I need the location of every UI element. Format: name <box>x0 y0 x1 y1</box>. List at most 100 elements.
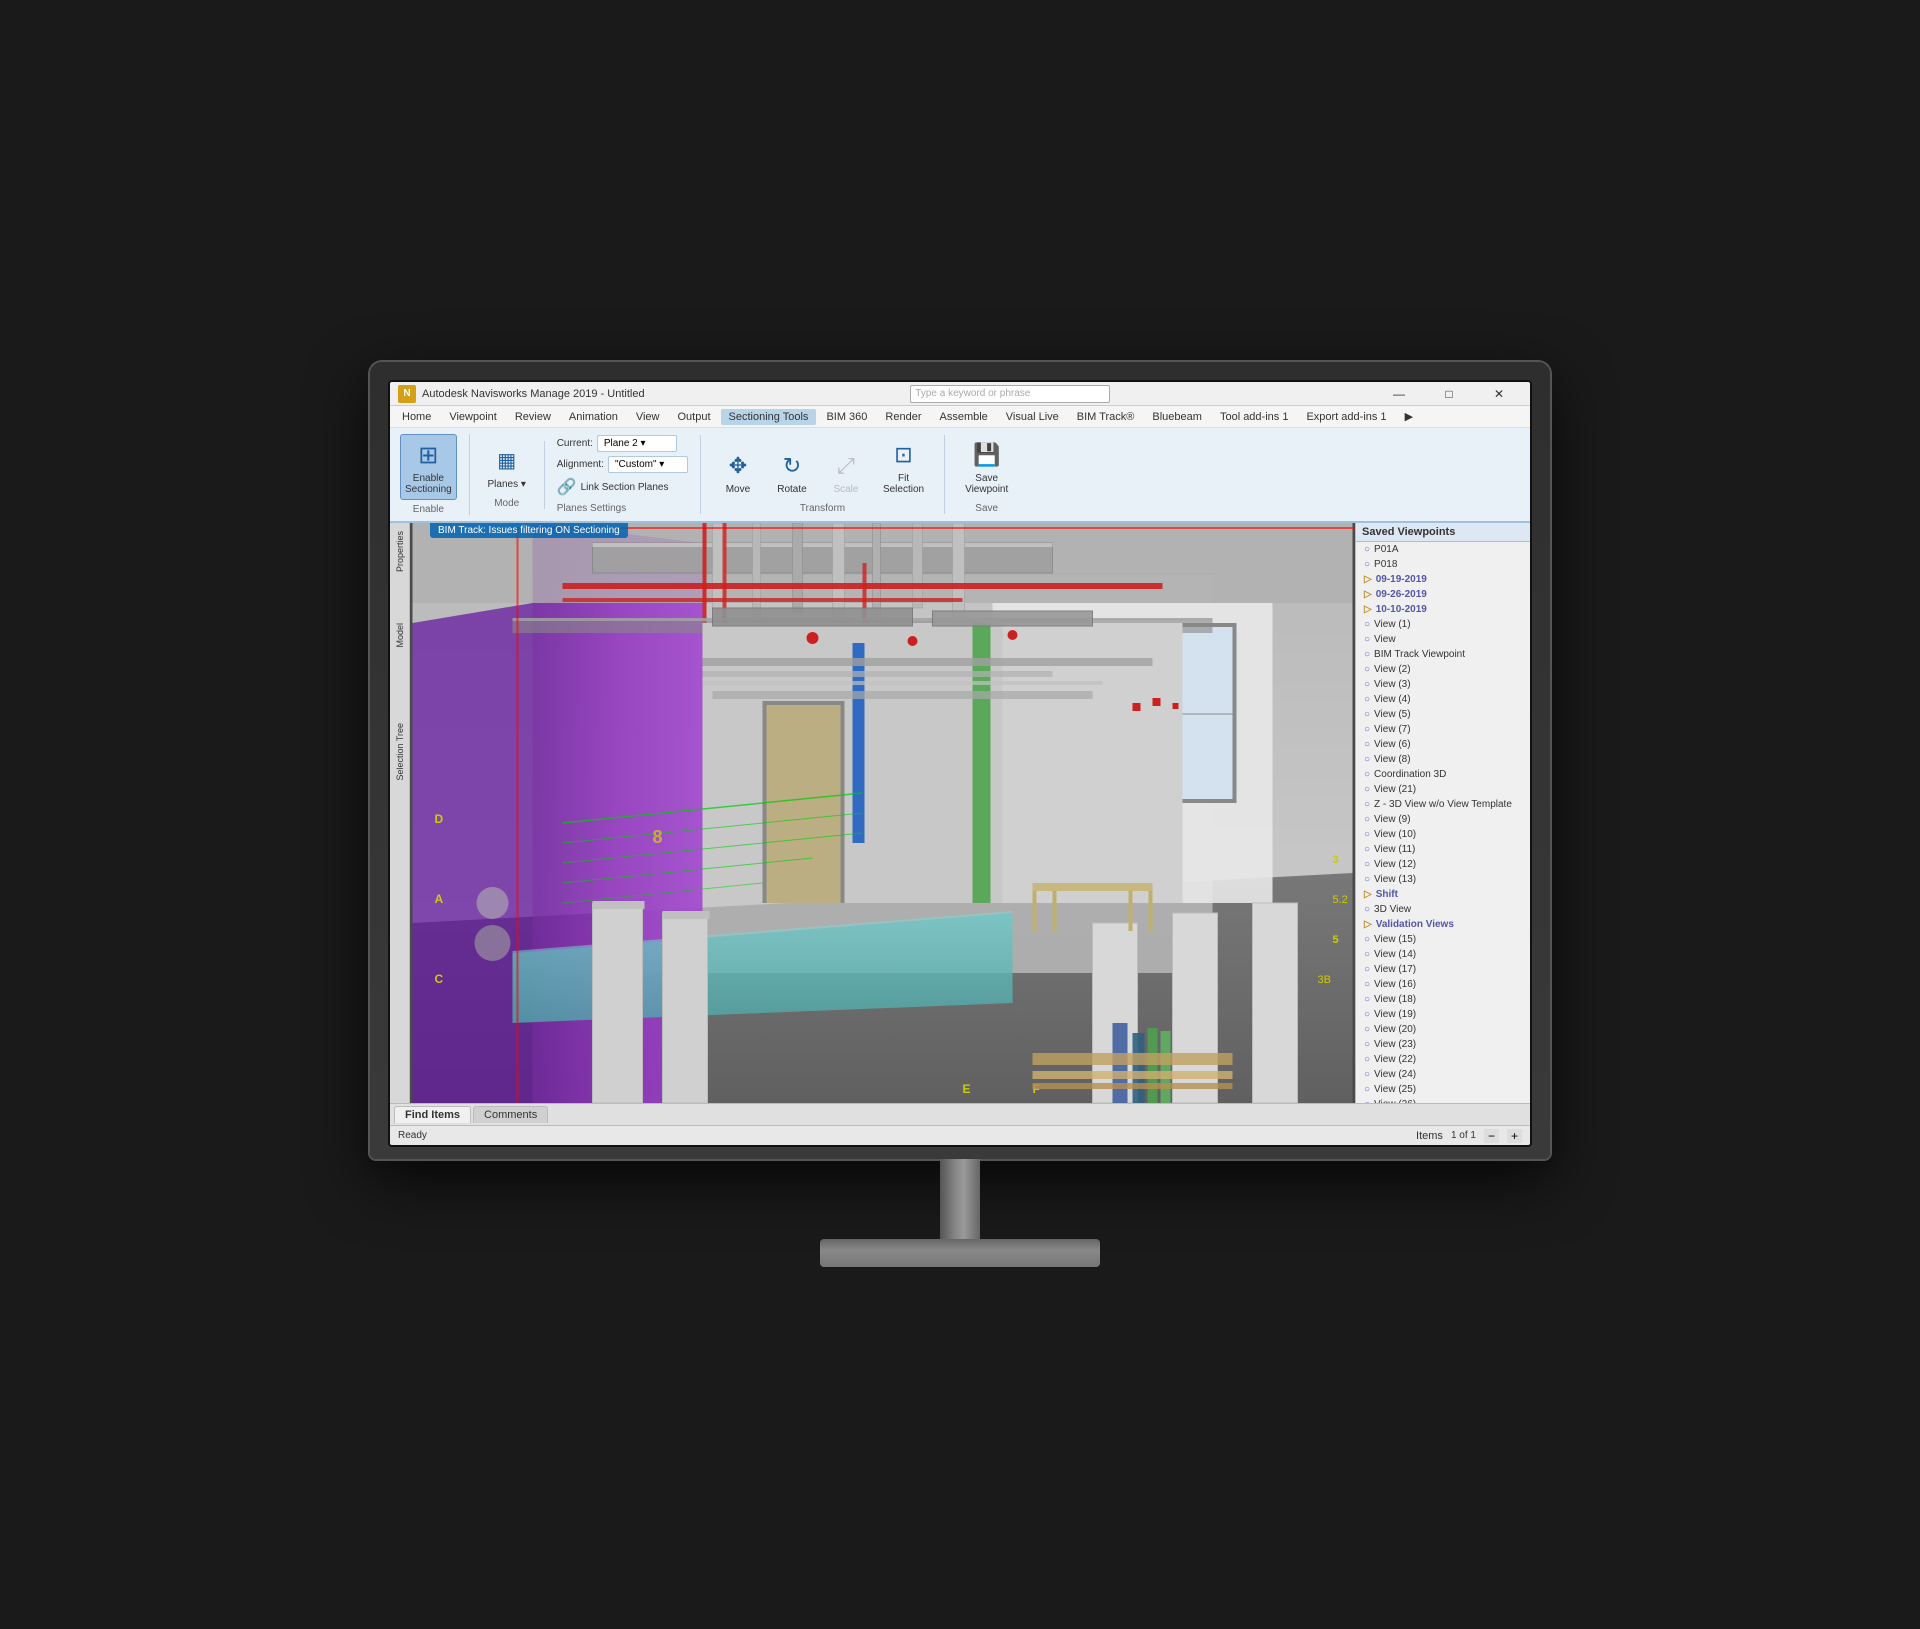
menu-output[interactable]: Output <box>670 409 719 425</box>
status-ready: Ready <box>398 1130 427 1141</box>
viewpoint-item-view26[interactable]: ○View (26) <box>1356 1097 1530 1103</box>
zoom-out-button[interactable]: − <box>1484 1129 1499 1143</box>
save-viewpoint-button[interactable]: 💾 SaveViewpoint <box>957 435 1016 499</box>
rotate-icon: ↻ <box>776 450 808 482</box>
viewpoint-item-view22[interactable]: ○View (22) <box>1356 1052 1530 1067</box>
viewpoint-item-label: View (10) <box>1374 829 1416 840</box>
window-controls: — □ ✕ <box>1376 384 1522 404</box>
current-plane-row: Current: Plane 2 ▾ <box>557 435 677 452</box>
viewpoint-item-view19[interactable]: ○View (19) <box>1356 1007 1530 1022</box>
menu-viewpoint[interactable]: Viewpoint <box>441 409 505 425</box>
viewpoint-item-date1[interactable]: ▷09-19-2019 <box>1356 572 1530 587</box>
viewpoint-item-label: View (18) <box>1374 994 1416 1005</box>
viewpoint-item-view24[interactable]: ○View (24) <box>1356 1067 1530 1082</box>
saved-viewpoints-list[interactable]: ○P01A○P018▷09-19-2019▷09-26-2019▷10-10-2… <box>1356 542 1530 1103</box>
title-search-area: Type a keyword or phrase <box>645 385 1376 403</box>
viewpoint-item-view6[interactable]: ○View (6) <box>1356 737 1530 752</box>
menu-bim360[interactable]: BIM 360 <box>818 409 875 425</box>
viewpoint-item-icon: ○ <box>1364 994 1370 1005</box>
page-info: 1 of 1 <box>1451 1130 1476 1141</box>
zoom-in-button[interactable]: + <box>1507 1129 1522 1143</box>
viewpoint-item-p018[interactable]: ○P018 <box>1356 557 1530 572</box>
viewpoint-item-view5[interactable]: ○View (5) <box>1356 707 1530 722</box>
viewpoint-item-validation-views[interactable]: ▷Validation Views <box>1356 917 1530 932</box>
viewpoint-item-date3[interactable]: ▷10-10-2019 <box>1356 602 1530 617</box>
alignment-dropdown[interactable]: "Custom" ▾ <box>608 456 688 473</box>
viewpoint-item-view15[interactable]: ○View (15) <box>1356 932 1530 947</box>
viewpoint-item-icon: ○ <box>1364 754 1370 765</box>
comments-tab[interactable]: Comments <box>473 1106 548 1123</box>
planes-button[interactable]: ▦ Planes ▾ <box>482 441 532 494</box>
viewpoint-item-view-plain[interactable]: ○View <box>1356 632 1530 647</box>
menu-tool-addins[interactable]: Tool add-ins 1 <box>1212 409 1297 425</box>
find-items-tab[interactable]: Find Items <box>394 1106 471 1123</box>
viewpoint-item-icon: ○ <box>1364 679 1370 690</box>
menu-bim-track[interactable]: BIM Track® <box>1069 409 1143 425</box>
menu-home[interactable]: Home <box>394 409 439 425</box>
viewpoint-item-bim-track-vp[interactable]: ○BIM Track Viewpoint <box>1356 647 1530 662</box>
scale-button[interactable]: ⤢ Scale <box>821 446 871 499</box>
viewpoint-item-view4[interactable]: ○View (4) <box>1356 692 1530 707</box>
viewpoint-item-view3[interactable]: ○View (3) <box>1356 677 1530 692</box>
viewpoint-item-view11[interactable]: ○View (11) <box>1356 842 1530 857</box>
model-sidebar-label[interactable]: Model <box>395 623 405 648</box>
viewpoint-item-icon: ○ <box>1364 619 1370 630</box>
properties-sidebar-label[interactable]: Properties <box>395 531 405 572</box>
app-title: Autodesk Navisworks Manage 2019 - Untitl… <box>422 388 645 400</box>
viewpoint-item-view20[interactable]: ○View (20) <box>1356 1022 1530 1037</box>
close-button[interactable]: ✕ <box>1476 384 1522 404</box>
left-sidebar: Properties Model Selection Tree <box>390 523 410 1103</box>
search-box[interactable]: Type a keyword or phrase <box>910 385 1110 403</box>
viewpoint-item-label: View (15) <box>1374 934 1416 945</box>
viewpoint-item-view14[interactable]: ○View (14) <box>1356 947 1530 962</box>
viewport-3d[interactable]: 8 D A C E F 3 5 5.2 3B <box>410 523 1355 1103</box>
viewpoint-item-view1[interactable]: ○View (1) <box>1356 617 1530 632</box>
menu-bluebeam[interactable]: Bluebeam <box>1144 409 1210 425</box>
viewpoint-item-view17[interactable]: ○View (17) <box>1356 962 1530 977</box>
maximize-button[interactable]: □ <box>1426 384 1472 404</box>
menu-visual-live[interactable]: Visual Live <box>998 409 1067 425</box>
viewpoint-item-view23[interactable]: ○View (23) <box>1356 1037 1530 1052</box>
viewpoint-item-view12[interactable]: ○View (12) <box>1356 857 1530 872</box>
current-plane-dropdown[interactable]: Plane 2 ▾ <box>597 435 677 452</box>
viewpoint-item-view16[interactable]: ○View (16) <box>1356 977 1530 992</box>
viewpoint-item-view8[interactable]: ○View (8) <box>1356 752 1530 767</box>
menu-render[interactable]: Render <box>877 409 929 425</box>
viewpoint-item-date2[interactable]: ▷09-26-2019 <box>1356 587 1530 602</box>
menu-animation[interactable]: Animation <box>561 409 626 425</box>
viewpoint-item-view21[interactable]: ○View (21) <box>1356 782 1530 797</box>
menu-view[interactable]: View <box>628 409 668 425</box>
menu-export-addins[interactable]: Export add-ins 1 <box>1298 409 1394 425</box>
rotate-button[interactable]: ↻ Rotate <box>767 446 817 499</box>
menu-assemble[interactable]: Assemble <box>931 409 995 425</box>
viewpoint-item-shift[interactable]: ▷Shift <box>1356 887 1530 902</box>
viewpoint-item-p01a[interactable]: ○P01A <box>1356 542 1530 557</box>
viewpoint-item-view7[interactable]: ○View (7) <box>1356 722 1530 737</box>
viewpoint-item-icon: ○ <box>1364 949 1370 960</box>
selection-tree-label[interactable]: Selection Tree <box>395 723 405 781</box>
title-bar: N Autodesk Navisworks Manage 2019 - Unti… <box>390 382 1530 406</box>
svg-text:5.2: 5.2 <box>1333 894 1348 906</box>
main-area: Properties Model Selection Tree <box>390 523 1530 1103</box>
viewpoint-item-view9[interactable]: ○View (9) <box>1356 812 1530 827</box>
menu-sectioning-tools[interactable]: Sectioning Tools <box>721 409 817 425</box>
enable-sectioning-button[interactable]: ⊞ EnableSectioning <box>400 434 457 500</box>
viewpoint-item-z-3dview[interactable]: ○Z - 3D View w/o View Template <box>1356 797 1530 812</box>
minimize-button[interactable]: — <box>1376 384 1422 404</box>
viewpoint-item-3dview[interactable]: ○3D View <box>1356 902 1530 917</box>
viewpoint-item-coord3d[interactable]: ○Coordination 3D <box>1356 767 1530 782</box>
menu-video[interactable]: ▶ <box>1397 408 1421 425</box>
viewpoint-item-label: 09-26-2019 <box>1376 589 1427 600</box>
viewpoint-item-view2[interactable]: ○View (2) <box>1356 662 1530 677</box>
fit-selection-button[interactable]: ⊡ FitSelection <box>875 435 932 499</box>
search-placeholder: Type a keyword or phrase <box>915 388 1030 399</box>
viewpoint-item-view25[interactable]: ○View (25) <box>1356 1082 1530 1097</box>
menu-review[interactable]: Review <box>507 409 559 425</box>
move-button[interactable]: ✥ Move <box>713 446 763 499</box>
viewpoint-item-label: 09-19-2019 <box>1376 574 1427 585</box>
viewpoint-item-view18[interactable]: ○ View (18) <box>1356 992 1530 1007</box>
viewpoint-item-view13[interactable]: ○View (13) <box>1356 872 1530 887</box>
viewpoint-item-view10[interactable]: ○View (10) <box>1356 827 1530 842</box>
ribbon-planes-settings-group: Current: Plane 2 ▾ Alignment: "Custom" ▾… <box>557 435 701 514</box>
viewpoint-item-icon: ○ <box>1364 544 1370 555</box>
